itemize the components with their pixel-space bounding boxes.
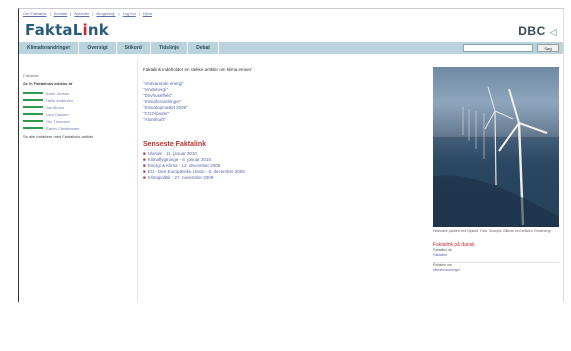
- wind-turbine-photo: [433, 67, 559, 227]
- author-bar: [23, 99, 43, 101]
- author-link[interactable]: Ole Thomsen: [46, 119, 70, 124]
- nav-tab-klimaforandringer[interactable]: Klimaforandringer: [19, 42, 80, 54]
- search-button[interactable]: Søg: [537, 44, 559, 52]
- nav-tab-tidslinje[interactable]: Tidslinje: [151, 42, 189, 54]
- top-link[interactable]: Hjem: [143, 11, 152, 18]
- top-link-bar: Om Faktalink | Kontakt | Nyheder | Brugerve…: [23, 11, 153, 18]
- right-column: Havmølle-parken ved Nysted. Foto: Scanpi…: [433, 67, 559, 273]
- author-bar: [23, 120, 43, 122]
- author-link[interactable]: Jan Bruun: [46, 105, 64, 110]
- author-item[interactable]: Søren Christensen: [23, 125, 131, 131]
- author-link[interactable]: Lars Carlsen: [46, 112, 69, 117]
- sidebar-footer-link[interactable]: Se alle forfattere med Faktalinks artikl…: [23, 134, 131, 139]
- top-link[interactable]: Log ind: [123, 11, 136, 18]
- author-bar: [23, 106, 43, 108]
- top-link[interactable]: Brugervejl.: [96, 11, 115, 18]
- nav-tab-debat[interactable]: Debat: [188, 42, 219, 54]
- top-link[interactable]: Om Faktalink: [23, 11, 47, 18]
- author-bar: [23, 127, 43, 129]
- sidebar: Faktalink Se in Faktalinks artikler af A…: [23, 73, 131, 139]
- browser-page: Om Faktalink | Kontakt | Nyheder | Brugerve…: [18, 8, 564, 302]
- author-link[interactable]: Helle Andersen: [46, 98, 73, 103]
- news-heading: Senseste Faktalink: [143, 141, 207, 148]
- nav-tab-stikord[interactable]: Stikord: [117, 42, 151, 54]
- author-link[interactable]: Søren Christensen: [46, 126, 79, 131]
- top-link[interactable]: Nyheder: [74, 11, 89, 18]
- author-link[interactable]: Anne Jensen: [46, 91, 69, 96]
- bullet-icon: ■: [143, 175, 146, 180]
- wind-turbine-illustration: [433, 86, 559, 227]
- news-item[interactable]: ■ Klimapolitik - 27. november 2009: [143, 175, 423, 181]
- dbc-logo[interactable]: DBC ◁: [518, 24, 557, 38]
- top-link[interactable]: Kontakt: [54, 11, 68, 18]
- topic-link[interactable]: "Atomkraft": [143, 117, 423, 123]
- author-item[interactable]: Anne Jensen: [23, 90, 131, 96]
- nav-tab-oversigt[interactable]: Oversigt: [79, 42, 117, 54]
- sidebar-subheading: Se in Faktalinks artikler af: [23, 81, 73, 86]
- faktalink-logo[interactable]: FaktaLink: [25, 21, 109, 39]
- author-bar: [23, 113, 43, 115]
- author-item[interactable]: Jan Bruun: [23, 104, 131, 110]
- search-input[interactable]: [463, 44, 533, 52]
- dbc-label: DBC: [518, 24, 546, 38]
- sidebar-heading: Faktalink: [23, 73, 40, 78]
- logo-text: FaktaL: [25, 21, 83, 39]
- logo-text-end: nk: [87, 21, 109, 39]
- intro-text: Faktalink indeholder en række artikler o…: [143, 67, 253, 72]
- author-bar: [23, 92, 43, 94]
- news-link[interactable]: Klimapolitik - 27. november 2009: [148, 175, 214, 181]
- section2-link[interactable]: klimaforandringer: [433, 268, 559, 273]
- author-item[interactable]: Ole Thomsen: [23, 118, 131, 124]
- author-item[interactable]: Helle Andersen: [23, 97, 131, 103]
- box-link[interactable]: Faktalink: [433, 253, 559, 258]
- column-divider: [137, 59, 138, 302]
- author-item[interactable]: Lars Carlsen: [23, 111, 131, 117]
- main-content: Faktalink indeholder en række artikler o…: [143, 67, 423, 181]
- main-navigation: Klimaforandringer Oversigt Stikord Tidsl…: [19, 42, 563, 54]
- dbc-mark-icon: ◁: [549, 27, 557, 37]
- photo-caption: Havmølle-parken ved Nysted. Foto: Scanpi…: [433, 229, 552, 233]
